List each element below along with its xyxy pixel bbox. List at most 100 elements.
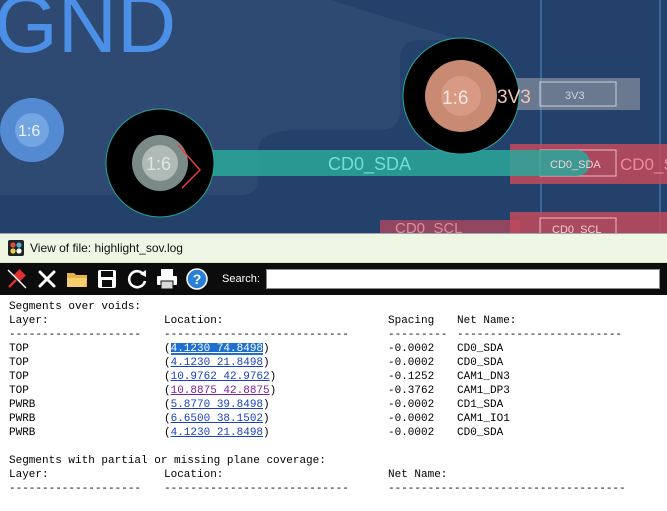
- table-row: TOP (10.9762 42.9762) -0.1252 CAM1_DN3: [0, 370, 667, 384]
- separator: ------------------------------------: [388, 483, 626, 495]
- table-row: TOP (4.1230 21.8498) -0.0002 CD0_SDA: [0, 356, 667, 370]
- cell-net-name: CD0_SDA: [457, 427, 504, 439]
- cell-net-name: CD1_SDA: [457, 399, 504, 411]
- title-bar[interactable]: View of file: highlight_sov.log: [0, 234, 667, 263]
- cell-location: (4.1230 21.8498): [164, 357, 270, 369]
- header-location: Location:: [164, 469, 224, 481]
- search-input[interactable]: [265, 269, 660, 289]
- pcb-canvas[interactable]: GND 3V3 CD0_SCL CD0_SCL CD0_SDA CD0_SDA …: [0, 0, 667, 233]
- location-link[interactable]: 4.1230 21.8498: [171, 357, 263, 369]
- net-label-3v3: 3V3: [497, 87, 531, 108]
- location-link[interactable]: 10.8875 42.8875: [171, 385, 270, 397]
- net-label-3v3-box: 3V3: [565, 90, 585, 102]
- close-icon: [38, 270, 56, 288]
- cell-net-name: CAM1_DN3: [457, 371, 510, 383]
- section-title: Segments with partial or missing plane c…: [0, 454, 667, 468]
- separator: ---------: [388, 329, 448, 341]
- gnd-label: GND: [0, 0, 176, 70]
- log-content[interactable]: Segments over voids: Layer: Location: Sp…: [0, 296, 667, 511]
- cell-layer: PWRB: [9, 399, 36, 411]
- cell-spacing: -0.1252: [388, 371, 435, 383]
- folder-open-icon: [67, 273, 87, 287]
- svg-text:?: ?: [193, 271, 202, 287]
- header-layer: Layer:: [9, 315, 49, 327]
- cell-net-name: CD0_SDA: [457, 343, 504, 355]
- save-icon: [98, 270, 116, 288]
- print-button[interactable]: [154, 266, 180, 292]
- header-net-name: Net Name:: [388, 469, 448, 481]
- net-label-cd0-scl-box: CD0_SCL: [552, 224, 602, 233]
- cell-location: (6.6500 38.1502): [164, 413, 270, 425]
- table-row: PWRB (5.8770 39.8498) -0.0002 CD1_SDA: [0, 398, 667, 412]
- section-title-plane-coverage: Segments with partial or missing plane c…: [9, 455, 326, 467]
- table-row: PWRB (6.6500 38.1502) -0.0002 CAM1_IO1: [0, 412, 667, 426]
- void-rows: TOP (4.1230 74.8498) -0.0002 CD0_SDA TOP (4.1…: [0, 342, 667, 440]
- cell-layer: PWRB: [9, 413, 36, 425]
- pad-label-left: 1:6: [18, 123, 40, 140]
- header-net-name: Net Name:: [457, 315, 517, 327]
- cell-location: (10.9762 42.9762): [164, 371, 277, 383]
- table-row: TOP (10.8875 42.8875) -0.3762 CAM1_DP3: [0, 384, 667, 398]
- separator: --------------------: [9, 483, 142, 495]
- header-layer: Layer:: [9, 469, 49, 481]
- cell-spacing: -0.3762: [388, 385, 435, 397]
- help-icon: ?: [186, 268, 208, 290]
- net-label-cd0-sda-right: CD0_S: [620, 155, 667, 174]
- cell-location: (4.1230 74.8498): [164, 343, 270, 355]
- cell-spacing: -0.0002: [388, 413, 435, 425]
- help-button[interactable]: ?: [184, 266, 210, 292]
- cell-net-name: CD0_SDA: [457, 357, 504, 369]
- search-label: Search:: [222, 273, 260, 285]
- section-title: Segments over voids:: [0, 300, 667, 314]
- location-link[interactable]: 10.9762 42.9762: [171, 371, 270, 383]
- cell-location: (4.1230 21.8498): [164, 427, 270, 439]
- cell-spacing: -0.0002: [388, 399, 435, 411]
- cell-spacing: -0.0002: [388, 427, 435, 439]
- cell-layer: TOP: [9, 357, 29, 369]
- cell-layer: TOP: [9, 343, 29, 355]
- save-button[interactable]: [94, 266, 120, 292]
- separator-row: -------------------- -------------------…: [0, 328, 667, 342]
- pad-label-1: 1:6: [146, 154, 171, 174]
- refresh-button[interactable]: [124, 266, 150, 292]
- net-label-cd0-sda-box: CD0_SDA: [550, 159, 601, 171]
- table-row: PWRB (4.1230 21.8498) -0.0002 CD0_SDA: [0, 426, 667, 440]
- header-row: Layer: Location: Net Name:: [0, 468, 667, 482]
- pad-label-2: 1:6: [442, 88, 468, 109]
- window-title: View of file: highlight_sov.log: [30, 241, 183, 255]
- cell-location: (5.8770 39.8498): [164, 399, 270, 411]
- net-label-cd0-scl: CD0_SCL: [395, 220, 463, 233]
- header-row: Layer: Location: Spacing Net Name:: [0, 314, 667, 328]
- separator: ----------------------------: [164, 483, 349, 495]
- cell-layer: TOP: [9, 371, 29, 383]
- toolbar: ? Search:: [0, 263, 667, 295]
- table-row: TOP (4.1230 74.8498) -0.0002 CD0_SDA: [0, 342, 667, 356]
- separator: -------------------------: [457, 329, 623, 341]
- pin-icon: [7, 269, 27, 289]
- cell-spacing: -0.0002: [388, 357, 435, 369]
- app-icon: [8, 240, 24, 256]
- location-link[interactable]: 5.8770 39.8498: [171, 399, 263, 411]
- location-link[interactable]: 4.1230 74.8498: [170, 343, 264, 355]
- location-link[interactable]: 6.6500 38.1502: [171, 413, 263, 425]
- separator: ----------------------------: [164, 329, 349, 341]
- close-button[interactable]: [34, 266, 60, 292]
- location-link[interactable]: 4.1230 21.8498: [171, 427, 263, 439]
- log-viewer-window[interactable]: View of file: highlight_sov.log ? Search…: [0, 233, 667, 511]
- open-folder-button[interactable]: [64, 266, 90, 292]
- cell-spacing: -0.0002: [388, 343, 435, 355]
- net-label-cd0-sda: CD0_SDA: [328, 154, 411, 175]
- print-icon: [157, 269, 177, 290]
- header-location: Location:: [164, 315, 224, 327]
- cell-net-name: CAM1_IO1: [457, 413, 510, 425]
- refresh-icon: [127, 269, 147, 289]
- header-spacing: Spacing: [388, 315, 435, 327]
- section-title-voids: Segments over voids:: [9, 301, 142, 313]
- cell-location: (10.8875 42.8875): [164, 385, 277, 397]
- cell-net-name: CAM1_DP3: [457, 385, 510, 397]
- cell-layer: PWRB: [9, 427, 36, 439]
- pin-button[interactable]: [4, 266, 30, 292]
- separator-row: -------------------- -------------------…: [0, 482, 667, 496]
- separator: --------------------: [9, 329, 142, 341]
- cell-layer: TOP: [9, 385, 29, 397]
